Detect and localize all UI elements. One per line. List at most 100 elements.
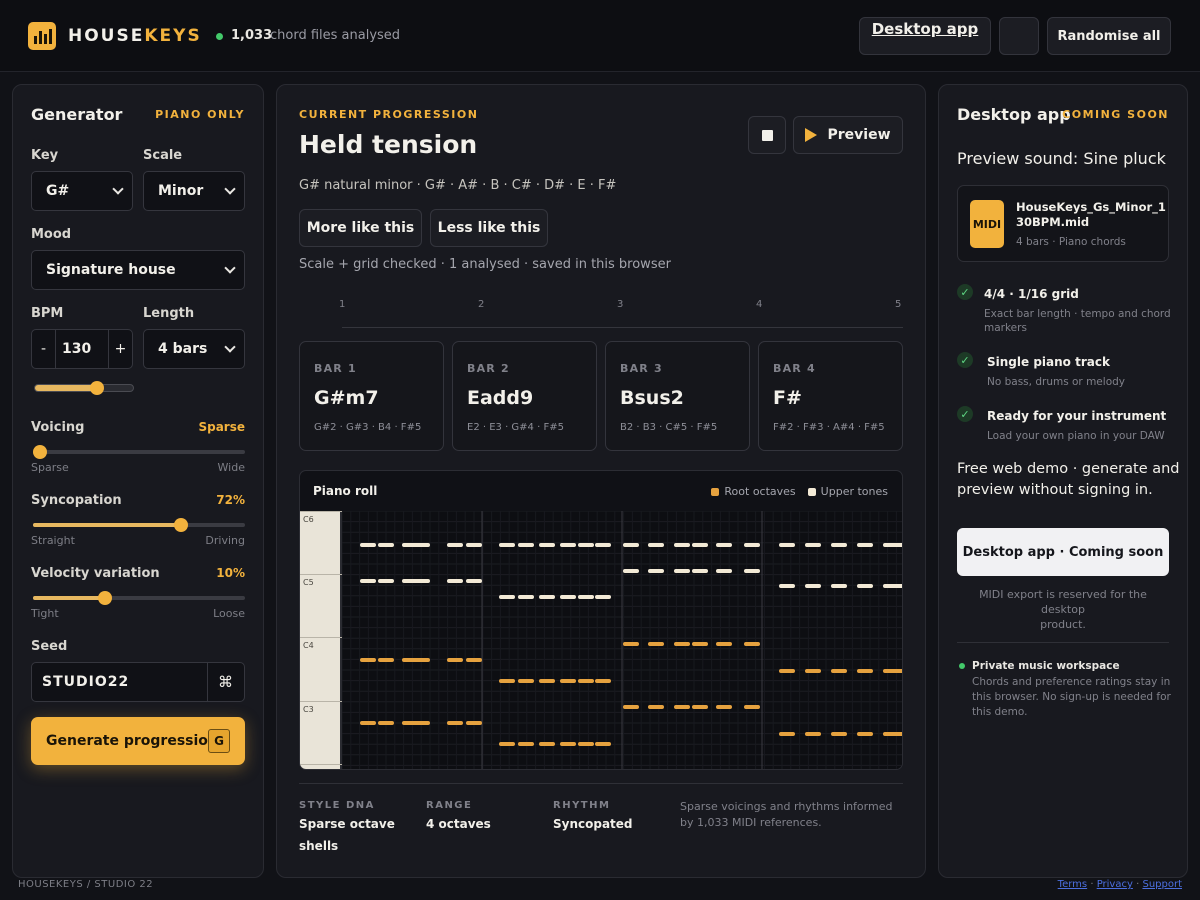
seed-label: Seed [31, 639, 68, 654]
upper-note [779, 543, 795, 547]
preview-button[interactable]: Preview [793, 116, 903, 154]
bar-card[interactable]: BAR 3 Bsus2 B2 · B3 · C#5 · F#5 [605, 341, 750, 451]
randomise-all-button[interactable]: Randomise all [1047, 17, 1171, 55]
piano-roll-title: Piano roll [313, 484, 378, 498]
progression-title: Held tension [299, 130, 478, 159]
upper-note [578, 543, 594, 547]
velocity-slider[interactable] [33, 591, 245, 605]
upper-note [414, 579, 430, 583]
support-link[interactable]: Support [1142, 879, 1182, 890]
upper-note [499, 595, 515, 599]
octave-label: C6 [303, 515, 314, 524]
root-note [744, 705, 760, 709]
chord-name: F# [773, 387, 802, 409]
piano-roll: Piano roll Root octaves Upper tones C6 C… [299, 470, 903, 770]
feature-desc: No bass, drums or melody [987, 376, 1125, 388]
length-select[interactable]: 4 bars [143, 329, 245, 369]
files-count-label: chord files analysed [270, 28, 401, 43]
privacy-link[interactable]: Privacy [1097, 879, 1133, 890]
chevron-down-icon [112, 183, 124, 195]
syncopation-slider-handle[interactable] [174, 518, 189, 532]
command-icon[interactable]: ⌘ [207, 663, 244, 701]
files-count: 1,033 [231, 28, 273, 43]
upper-note [889, 584, 902, 588]
icon-button[interactable] [999, 17, 1039, 55]
feature-desc: Exact bar length · tempo and chord marke… [984, 307, 1171, 335]
velocity-slider-handle[interactable] [98, 591, 113, 605]
scale-select[interactable]: Minor [143, 171, 245, 211]
feature-desc-line: markers [984, 322, 1027, 334]
desktop-app-link[interactable]: Desktop app [859, 17, 991, 55]
bpm-decrement-button[interactable]: - [32, 330, 56, 368]
octave-label: C4 [303, 641, 314, 650]
bar-card[interactable]: BAR 2 Eadd9 E2 · E3 · G#4 · F#5 [452, 341, 597, 451]
root-note [889, 669, 902, 673]
bar-card[interactable]: BAR 4 F# F#2 · F#3 · A#4 · F#5 [758, 341, 903, 451]
ruler-label: 5 [895, 299, 902, 310]
upper-note [692, 543, 708, 547]
root-note [623, 705, 639, 709]
generate-progression-button[interactable]: Generate progression G [31, 717, 245, 765]
seed-input[interactable]: STUDIO22 ⌘ [31, 662, 245, 702]
upper-note [716, 543, 732, 547]
workspace-desc-line: Chords and preference ratings stay in [972, 676, 1171, 688]
stop-button[interactable] [748, 116, 786, 154]
upper-note [539, 543, 555, 547]
root-note [447, 721, 463, 725]
bar-number: BAR 4 [773, 362, 816, 375]
velocity-label: Velocity variation [31, 566, 160, 581]
preview-sound-label: Preview sound: Sine pluck [957, 149, 1166, 168]
root-note [857, 669, 873, 673]
root-note [447, 658, 463, 662]
root-note [414, 721, 430, 725]
upper-note [779, 584, 795, 588]
scale-select-value: Minor [158, 183, 204, 199]
scale-notes-line: G# natural minor · G# · A# · B · C# · D#… [299, 178, 617, 193]
mood-select[interactable]: Signature house [31, 250, 245, 290]
key-select[interactable]: G# [31, 171, 133, 211]
root-note [378, 658, 394, 662]
syncopation-max-label: Driving [205, 534, 245, 547]
bpm-slider[interactable] [34, 381, 134, 395]
rhythm-value: Syncopated [553, 817, 633, 831]
more-like-this-button[interactable]: More like this [299, 209, 422, 247]
root-note [779, 732, 795, 736]
terms-link[interactable]: Terms [1058, 879, 1087, 890]
root-note [560, 679, 576, 683]
bpm-increment-button[interactable]: + [108, 330, 132, 368]
upper-note [560, 595, 576, 599]
workspace-desc: Chords and preference ratings stay in th… [972, 675, 1171, 720]
less-like-this-button[interactable]: Less like this [430, 209, 548, 247]
desktop-app-panel: Desktop app COMING SOON Preview sound: S… [938, 84, 1188, 878]
root-note [414, 658, 430, 662]
length-label: Length [143, 306, 195, 321]
piano-keys: C6 C5 C4 C3 [300, 511, 342, 769]
bar-card[interactable]: BAR 1 G#m7 G#2 · G#3 · B4 · F#5 [299, 341, 444, 451]
mood-label: Mood [31, 227, 72, 242]
upper-note [539, 595, 555, 599]
upper-note [578, 595, 594, 599]
legend-upper-label: Upper tones [820, 485, 888, 498]
midi-file-name-line: HouseKeys_Gs_Minor_1 [1016, 200, 1166, 214]
upper-note [447, 543, 463, 547]
voicing-slider-handle[interactable] [33, 445, 47, 459]
upper-note [360, 579, 376, 583]
upper-note [378, 543, 394, 547]
desktop-app-coming-soon-button[interactable]: Desktop app · Coming soon [957, 528, 1169, 576]
upper-note [857, 584, 873, 588]
voicing-slider[interactable] [33, 445, 245, 459]
feature-title: 4/4 · 1/16 grid [984, 287, 1079, 301]
octave-label: C3 [303, 705, 314, 714]
feature-desc-line: Exact bar length · tempo and chord [984, 308, 1171, 320]
voicing-max-label: Wide [217, 461, 245, 474]
bpm-input[interactable]: 130 [62, 341, 91, 357]
chevron-down-icon [224, 262, 236, 274]
stats-note: Sparse voicings and rhythms informed by … [680, 800, 893, 829]
velocity-slider-fill [33, 596, 106, 600]
root-note [779, 669, 795, 673]
velocity-min-label: Tight [31, 607, 59, 620]
root-note [466, 721, 482, 725]
bpm-slider-handle[interactable] [90, 381, 104, 395]
syncopation-slider[interactable] [33, 518, 245, 532]
mood-select-value: Signature house [46, 262, 176, 278]
